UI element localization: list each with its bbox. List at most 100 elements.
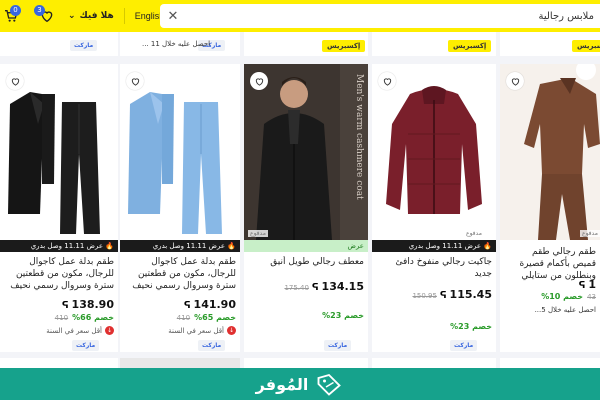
heart-icon <box>131 77 139 86</box>
product-title[interactable]: طقم بدلة عمل كاجوال للرجال، مكون من قطعت… <box>126 256 236 292</box>
promo-banner: عرض <box>244 240 368 252</box>
lowest-price-text: أقل سعر في السنة <box>46 326 102 335</box>
market-badge-label: ماركت <box>328 342 348 349</box>
currency-icon: ᕋ <box>61 301 69 311</box>
discount-row: خصم 23% <box>378 322 492 331</box>
top-bar: 0 3 ⌄ هلا فيك English ✕ <box>0 0 600 32</box>
price-row: 134.15 ᕋ 175.40 <box>250 280 364 293</box>
suit-image <box>0 64 118 240</box>
cart-count-badge: 0 <box>10 5 21 16</box>
product-card[interactable]: Men's warm cashmere coat مدفوع عرض معطف … <box>244 64 368 352</box>
product-image[interactable] <box>120 64 240 244</box>
price-value: 141.90 <box>193 298 236 311</box>
product-card[interactable]: 🔥 عرض 11.11 وصل بدري طقم بدلة عمل كاجوال… <box>0 64 118 352</box>
search-bar: ✕ <box>160 4 600 28</box>
price-row: 138.90 ᕋ <box>6 298 114 311</box>
delivery-text: احصل عليه خلال 5... <box>534 306 596 314</box>
outfit-image <box>500 64 600 240</box>
account-menu[interactable]: ⌄ هلا فيك <box>68 11 114 21</box>
market-badge: ماركت <box>198 340 226 351</box>
promo-text: عرض 11.11 وصل بدري <box>30 242 104 250</box>
sponsored-label: مدفوع <box>464 230 484 237</box>
product-card-partial[interactable]: إكسبريس <box>500 32 600 56</box>
discount-row: خصم 65% 410 <box>126 313 236 322</box>
currency-icon: ᕋ <box>183 301 191 311</box>
jacket-image <box>372 64 496 240</box>
fire-icon: 🔥 <box>483 242 492 250</box>
market-badge-label: ماركت <box>454 342 474 349</box>
wishlist-toggle[interactable] <box>250 72 268 90</box>
product-card-partial[interactable] <box>244 358 368 368</box>
suit-image <box>120 64 240 240</box>
price-value: 134.15 <box>321 280 364 293</box>
product-card-partial[interactable] <box>120 358 240 368</box>
wishlist-toggle[interactable] <box>506 72 524 90</box>
product-title[interactable]: طقم بدلة عمل كاجوال للرجال، مكون من قطعت… <box>6 256 114 292</box>
express-badge: إكسبريس <box>322 40 366 52</box>
brand-name: المُوفر <box>255 374 309 394</box>
product-card-partial[interactable]: ماركت <box>0 32 118 56</box>
market-badge: ماركت <box>324 340 352 351</box>
brand-logo: المُوفر <box>256 372 345 396</box>
product-title[interactable]: جاكيت رجالي منفوخ دافئ جديد <box>378 256 492 280</box>
brand-footer: المُوفر <box>0 368 600 400</box>
promo-text: عرض <box>347 242 364 250</box>
price-value: 138.90 <box>71 298 114 311</box>
cart-button[interactable]: 0 <box>0 5 22 27</box>
price-row: 1 ᕋ <box>506 278 596 291</box>
product-card-partial[interactable]: إكسبريس <box>244 32 368 56</box>
product-image[interactable]: مدفوع <box>500 64 600 244</box>
product-title[interactable]: طقم رجالي طقم قميص بأكمام قصيرة وبنطلون … <box>506 246 596 282</box>
arrow-down-icon: ↓ <box>105 326 114 335</box>
discount-row: 43 خصم 10% <box>506 292 596 301</box>
market-badge: ماركت <box>72 340 100 351</box>
heart-icon <box>511 77 519 86</box>
product-card[interactable]: مدفوع 🔥 عرض 11.11 وصل بدري جاكيت رجالي م… <box>372 64 496 352</box>
discount-row: خصم 66% 410 <box>6 313 114 322</box>
lowest-price-text: أقل سعر في السنة <box>168 326 224 335</box>
price-row: 141.90 ᕋ <box>126 298 236 311</box>
wishlist-count-badge: 3 <box>34 5 45 16</box>
app-screen: 0 3 ⌄ هلا فيك English ✕ ماركت ماركت احصل… <box>0 0 600 400</box>
old-price: 410 <box>176 314 191 322</box>
product-image[interactable]: Men's warm cashmere coat مدفوع <box>244 64 368 244</box>
product-card-partial[interactable] <box>0 358 118 368</box>
tag-icon <box>317 373 342 396</box>
price-value: 1 <box>588 278 596 291</box>
wishlist-toggle[interactable] <box>6 72 24 90</box>
market-badge-label: ماركت <box>76 342 96 349</box>
product-card-partial[interactable] <box>372 358 496 368</box>
product-card-partial[interactable] <box>500 358 600 368</box>
discount-label: خصم 23% <box>322 311 364 320</box>
sponsored-label: مدفوع <box>248 230 268 237</box>
wishlist-toggle[interactable] <box>378 72 396 90</box>
currency-icon: ᕋ <box>439 291 447 301</box>
promo-text: عرض 11.11 وصل بدري <box>408 242 482 250</box>
chevron-down-icon: ⌄ <box>68 11 76 21</box>
product-image[interactable]: مدفوع <box>372 64 496 244</box>
price-row: 115.45 ᕋ 150.95 <box>378 288 492 301</box>
product-title[interactable]: معطف رجالي طويل أنيق <box>250 256 364 268</box>
product-grid: ماركت ماركت احصل عليه خلال 11 ... إكسبري… <box>0 32 600 368</box>
old-price: 175.40 <box>284 284 309 292</box>
search-input[interactable] <box>186 10 600 22</box>
wishlist-toggle[interactable] <box>126 72 144 90</box>
market-badge: ماركت <box>70 40 98 51</box>
product-card-partial[interactable]: ماركت احصل عليه خلال 11 ... <box>120 32 240 56</box>
discount-label: خصم 66% <box>72 313 114 322</box>
product-card-partial[interactable]: إكسبريس <box>372 32 496 56</box>
product-card[interactable]: مدفوع طقم رجالي طقم قميص بأكمام قصيرة وب… <box>500 64 600 352</box>
market-badge: ماركت <box>450 340 478 351</box>
market-badge-label: ماركت <box>202 342 222 349</box>
express-badge: إكسبريس <box>448 40 492 52</box>
wishlist-button[interactable]: 3 <box>34 5 58 27</box>
product-image[interactable] <box>0 64 118 244</box>
discount-label: خصم 10% <box>541 292 584 301</box>
close-icon[interactable]: ✕ <box>160 4 186 28</box>
fire-icon: 🔥 <box>105 242 114 250</box>
product-card[interactable]: 🔥 عرض 11.11 وصل بدري طقم بدلة عمل كاجوال… <box>120 64 240 352</box>
lowest-price-note: ↓ أقل سعر في السنة <box>126 326 236 335</box>
heart-icon <box>255 77 263 86</box>
market-badge-label: ماركت <box>74 42 94 49</box>
old-price: 150.95 <box>412 292 437 300</box>
